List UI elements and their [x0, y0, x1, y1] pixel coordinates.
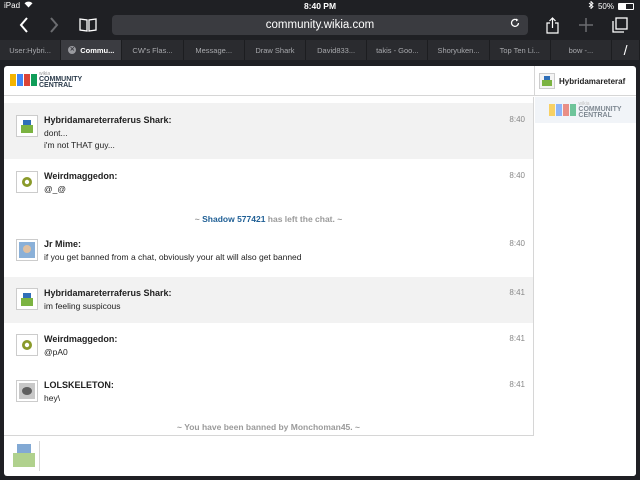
- message-author[interactable]: LOLSKELETON:: [44, 380, 114, 390]
- tab-5[interactable]: David833...: [306, 40, 368, 60]
- user-avatar: [16, 334, 38, 356]
- message-time: 8:41: [509, 334, 525, 343]
- current-user[interactable]: Hybridamareteraf: [534, 66, 636, 96]
- user-avatar: [16, 380, 38, 402]
- message-author[interactable]: Weirdmaggedon:: [44, 171, 117, 181]
- ios-status-bar: iPad 8:40 PM 50%: [0, 0, 640, 12]
- new-tab-button[interactable]: [576, 15, 596, 35]
- chat-header: wikia COMMUNITY CENTRAL Hybridamareteraf: [4, 66, 636, 96]
- battery-icon: [618, 2, 634, 10]
- tab-4[interactable]: Draw Shark: [245, 40, 307, 60]
- message-text: hey\: [44, 393, 61, 403]
- tab-9[interactable]: bow -...: [551, 40, 613, 60]
- user-avatar: [16, 115, 38, 137]
- chat-message: Hybridamareterraferus Shark: 8:40 dont..…: [4, 103, 533, 159]
- message-author[interactable]: Weirdmaggedon:: [44, 334, 117, 344]
- message-time: 8:40: [509, 239, 525, 248]
- clock: 8:40 PM: [303, 1, 337, 11]
- message-author[interactable]: Hybridamareterraferus Shark:: [44, 115, 172, 125]
- tabs-overview-button[interactable]: [610, 15, 630, 35]
- message-time: 8:40: [509, 115, 525, 124]
- logo-blocks-icon: [549, 104, 577, 116]
- close-tab-icon[interactable]: ✕: [68, 46, 77, 54]
- message-time: 8:40: [509, 171, 525, 180]
- tab-8[interactable]: Top Ten Li...: [490, 40, 551, 60]
- tab-6[interactable]: takis - Goo...: [367, 40, 429, 60]
- browser-toolbar: community.wikia.com: [0, 12, 640, 38]
- chat-message: Weirdmaggedon: 8:41 @pA0: [4, 323, 533, 367]
- message-text: if you get banned from a chat, obviously…: [44, 252, 302, 262]
- message-text: @_@: [44, 184, 66, 194]
- tab-add-button[interactable]: /: [612, 40, 640, 60]
- user-list-sidebar[interactable]: wikia COMMUNITY CENTRAL: [535, 97, 636, 476]
- tab-2[interactable]: CW's Flas...: [122, 40, 184, 60]
- tab-7[interactable]: Shoryuken...: [428, 40, 490, 60]
- event-user-link[interactable]: Shadow 577421: [202, 214, 265, 224]
- tab-1-active[interactable]: ✕ Commu...: [61, 40, 123, 60]
- user-avatar: [539, 73, 555, 89]
- forward-button[interactable]: [44, 15, 64, 35]
- tab-0[interactable]: User:Hybri...: [0, 40, 62, 60]
- share-button[interactable]: [542, 15, 562, 35]
- chat-message: LOLSKELETON: 8:41 hey\: [4, 369, 533, 413]
- tab-bar: User:Hybri... ✕ Commu... CW's Flas... Me…: [0, 40, 640, 60]
- inline-event-left: ~ Shadow 577421 has left the chat. ~: [194, 214, 343, 224]
- chat-input-area: [4, 437, 534, 476]
- chat-log[interactable]: Hybridamareterraferus Shark: 8:40 dont..…: [4, 97, 534, 436]
- bluetooth-icon: [588, 0, 594, 11]
- message-time: 8:41: [509, 288, 525, 297]
- logo-blocks-icon: [10, 74, 37, 86]
- inline-event-banned: ~ You have been banned by Monchoman45. ~: [177, 422, 360, 432]
- web-page: wikia COMMUNITY CENTRAL Hybridamareteraf…: [4, 66, 636, 476]
- address-bar[interactable]: community.wikia.com: [112, 15, 528, 35]
- chat-message-input[interactable]: [44, 439, 532, 473]
- bookmarks-button[interactable]: [78, 15, 98, 35]
- self-avatar: [10, 441, 40, 471]
- user-avatar: [16, 171, 38, 193]
- user-avatar: [16, 288, 38, 310]
- user-avatar: [16, 239, 38, 261]
- chat-message: Jr Mime: 8:40 if you get banned from a c…: [4, 233, 533, 277]
- chat-message: Weirdmaggedon: 8:40 @_@: [4, 159, 533, 203]
- message-text: i'm not THAT guy...: [44, 140, 115, 150]
- message-text: @pA0: [44, 347, 68, 357]
- community-central-watermark: wikia COMMUNITY CENTRAL: [535, 97, 636, 123]
- tab-3[interactable]: Message...: [184, 40, 245, 60]
- chat-message: Hybridamareterraferus Shark: 8:41 im fee…: [4, 277, 533, 323]
- message-text: dont...: [44, 128, 68, 138]
- message-author[interactable]: Hybridamareterraferus Shark:: [44, 288, 172, 298]
- url-text: community.wikia.com: [265, 19, 375, 31]
- message-time: 8:41: [509, 380, 525, 389]
- message-text: im feeling suspicous: [44, 301, 121, 311]
- community-central-logo[interactable]: wikia COMMUNITY CENTRAL: [10, 71, 82, 89]
- message-author[interactable]: Jr Mime:: [44, 239, 81, 249]
- back-button[interactable]: [14, 15, 34, 35]
- battery-percent: 50%: [597, 1, 614, 11]
- reload-icon[interactable]: [510, 18, 520, 31]
